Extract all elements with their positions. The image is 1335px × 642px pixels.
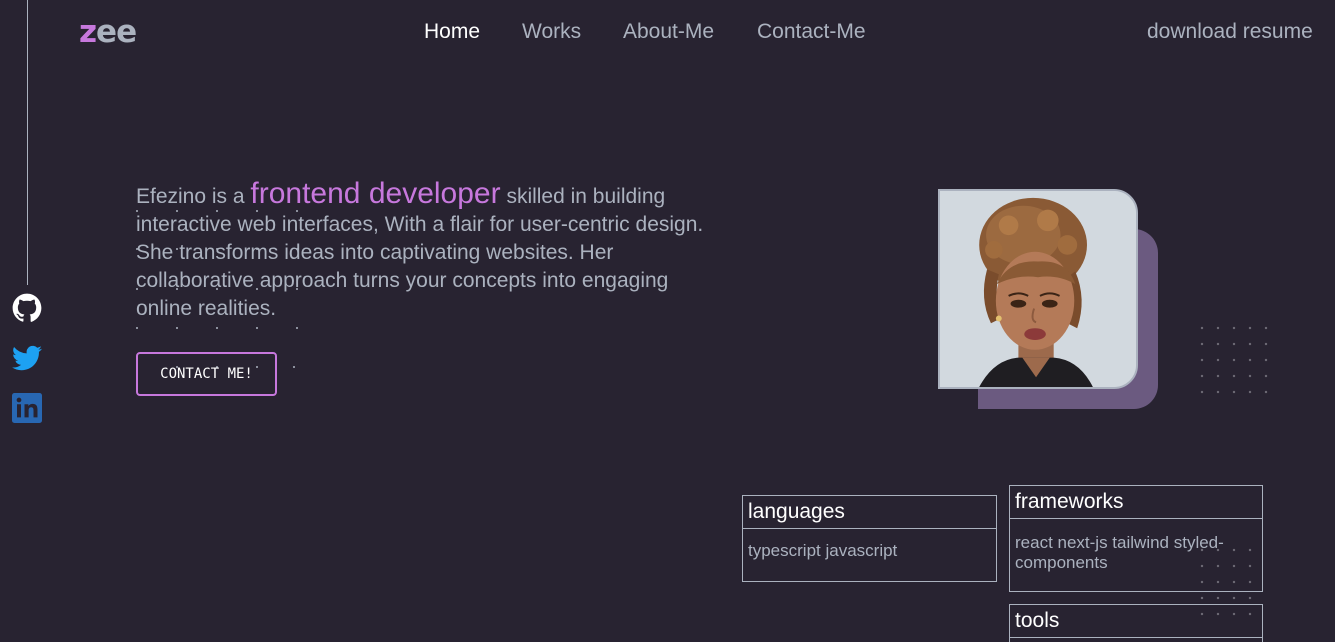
contact-me-button[interactable]: CONTACT ME! xyxy=(136,352,277,396)
github-link[interactable] xyxy=(12,293,42,323)
skill-card-languages: languages typescript javascript xyxy=(742,495,997,582)
skill-card-items xyxy=(1010,638,1262,642)
hero-intro-name: Efezino is a xyxy=(136,185,245,208)
skill-card-title: languages xyxy=(743,496,996,529)
nav-home[interactable]: Home xyxy=(424,20,480,44)
skill-card-tools: tools xyxy=(1009,604,1263,642)
twitter-icon xyxy=(12,345,42,371)
hero-intro: Efezino is a frontend developer skilled … xyxy=(136,177,726,323)
twitter-link[interactable] xyxy=(12,343,42,373)
linkedin-link[interactable] xyxy=(12,393,42,423)
skill-card-frameworks: frameworks react next-js tailwind styled… xyxy=(1009,485,1263,592)
skill-card-items: react next-js tailwind styled-components xyxy=(1015,533,1224,572)
nav-contact-me[interactable]: Contact-Me xyxy=(757,20,866,44)
nav-about-me[interactable]: About-Me xyxy=(623,20,714,44)
main-nav: Home Works About-Me Contact-Me download … xyxy=(0,20,1335,46)
hero-role: frontend developer xyxy=(250,177,501,210)
dot-grid-decor xyxy=(1194,320,1270,396)
avatar-illustration xyxy=(940,191,1136,387)
linkedin-icon xyxy=(12,393,42,423)
github-icon xyxy=(12,293,42,322)
avatar xyxy=(938,189,1138,389)
skill-card-title: tools xyxy=(1010,605,1262,638)
nav-works[interactable]: Works xyxy=(522,20,581,44)
skill-card-title: frameworks xyxy=(1010,486,1262,519)
download-resume-link[interactable]: download resume xyxy=(1147,20,1313,44)
skill-card-items: typescript javascript xyxy=(748,541,898,560)
